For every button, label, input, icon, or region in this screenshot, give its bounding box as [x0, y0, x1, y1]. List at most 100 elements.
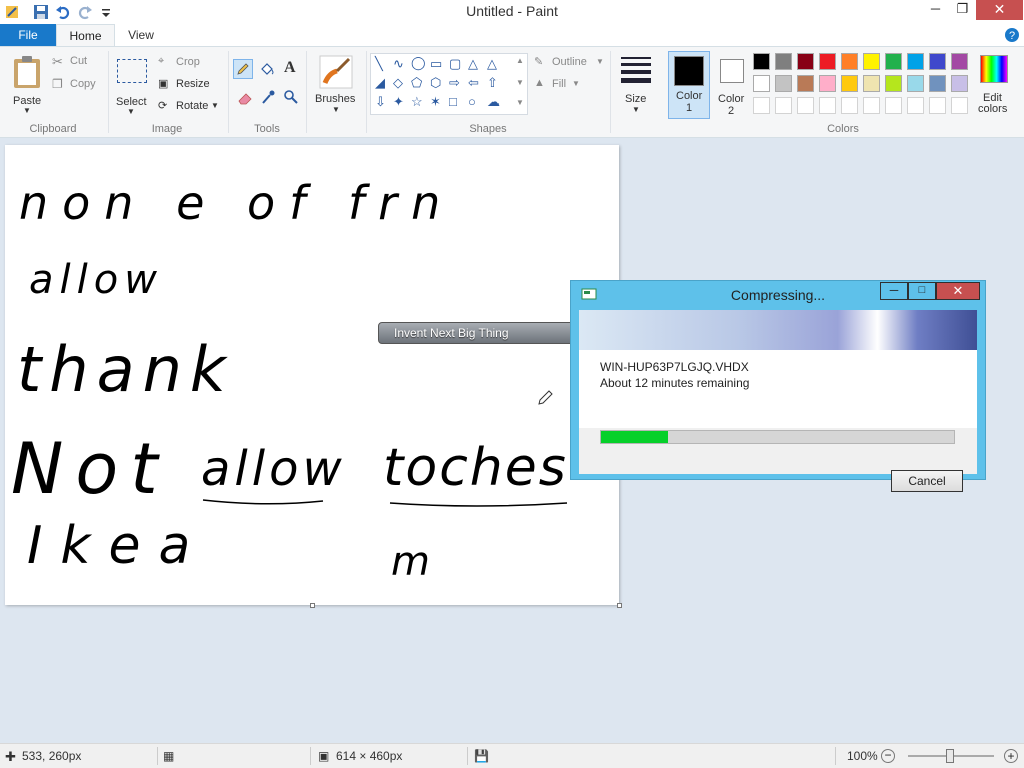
dialog-filename: WIN-HUP63P7LGJQ.VHDX [600, 360, 749, 374]
diamond-shape-icon[interactable]: ◇ [393, 76, 403, 90]
fill-bucket-icon[interactable] [259, 61, 275, 77]
palette-custom-swatch[interactable] [885, 97, 902, 114]
shapes-gallery[interactable]: ╲ ∿ ◯ ▭ ▢ △ △ ◢ ◇ ⬠ ⬡ ⇨ ⇦ ⇧ ⇩ ✦ ☆ ✶ □ ○ … [370, 53, 528, 115]
palette-color-swatch[interactable] [863, 53, 880, 70]
edit-colors-button[interactable]: Edit colors [976, 53, 1016, 119]
color1-button[interactable]: Color 1 [668, 51, 710, 119]
palette-custom-swatch[interactable] [753, 97, 770, 114]
size-button[interactable]: Size ▼ [615, 51, 657, 119]
palette-color-swatch[interactable] [819, 75, 836, 92]
magnifier-icon[interactable] [283, 89, 299, 105]
minimize-button[interactable]: ─ [922, 0, 949, 20]
palette-color-swatch[interactable] [863, 75, 880, 92]
down-arrow-shape-icon[interactable]: ⇩ [375, 95, 386, 109]
oval-callout-shape-icon[interactable]: ○ [468, 95, 476, 109]
handwritten-line-4c: toches [383, 438, 568, 498]
palette-custom-swatch[interactable] [841, 97, 858, 114]
help-icon[interactable]: ? [1004, 27, 1020, 43]
shapes-scroll-up-icon[interactable]: ▲ [516, 56, 524, 65]
handwritten-line-5: Ikea [27, 516, 208, 576]
palette-color-swatch[interactable] [775, 53, 792, 70]
right-arrow-shape-icon[interactable]: ⇨ [449, 76, 460, 90]
palette-custom-swatch[interactable] [929, 97, 946, 114]
rounded-rectangle-shape-icon[interactable]: ▢ [449, 57, 461, 71]
color-picker-icon[interactable] [261, 89, 275, 105]
paste-button[interactable]: Paste ▼ [6, 51, 48, 119]
palette-color-swatch[interactable] [907, 53, 924, 70]
rotate-button[interactable]: ⟳ Rotate ▼ [158, 99, 222, 115]
size-line-thick [621, 70, 651, 74]
palette-color-swatch[interactable] [797, 53, 814, 70]
curve-shape-icon[interactable]: ∿ [393, 57, 404, 71]
four-point-star-shape-icon[interactable]: ✦ [393, 95, 404, 109]
resize-button[interactable]: ▣ Resize [158, 77, 218, 93]
line-shape-icon[interactable]: ╲ [375, 57, 383, 71]
zoom-slider-thumb[interactable] [946, 749, 954, 763]
brushes-button[interactable]: Brushes ▼ [311, 51, 361, 121]
dialog-minimize-button[interactable]: ─ [880, 282, 908, 300]
pencil-tool-button[interactable] [233, 59, 253, 79]
zoom-out-button[interactable]: − [881, 749, 895, 763]
copy-button[interactable]: ❐ Copy [52, 77, 102, 93]
palette-color-swatch[interactable] [951, 75, 968, 92]
palette-color-swatch[interactable] [753, 75, 770, 92]
palette-custom-swatch[interactable] [951, 97, 968, 114]
dialog-close-button[interactable]: ✕ [936, 282, 980, 300]
palette-custom-swatch[interactable] [775, 97, 792, 114]
restore-button[interactable]: ❐ [949, 0, 976, 20]
palette-color-swatch[interactable] [753, 53, 770, 70]
svg-text:?: ? [1009, 30, 1015, 42]
color2-button[interactable]: Color 2 [712, 51, 754, 119]
crop-button[interactable]: ⌖ Crop [158, 55, 218, 71]
pentagon-shape-icon[interactable]: ⬠ [411, 76, 422, 90]
shapes-scroll-down-icon[interactable]: ▼ [516, 78, 524, 87]
rectangular-callout-shape-icon[interactable]: □ [449, 95, 457, 109]
palette-color-swatch[interactable] [841, 75, 858, 92]
rectangle-shape-icon[interactable]: ▭ [430, 57, 442, 71]
palette-color-swatch[interactable] [819, 53, 836, 70]
palette-color-swatch[interactable] [907, 75, 924, 92]
palette-color-swatch[interactable] [951, 53, 968, 70]
polygon-shape-icon[interactable]: △ [468, 57, 478, 71]
shapes-expand-icon[interactable]: ▼ [516, 98, 524, 107]
cloud-callout-shape-icon[interactable]: ☁ [487, 95, 500, 109]
palette-color-swatch[interactable] [775, 75, 792, 92]
palette-color-swatch[interactable] [885, 75, 902, 92]
dialog-maximize-button[interactable]: □ [908, 282, 936, 300]
outline-button[interactable]: ✎ Outline ▼ [534, 55, 606, 71]
six-point-star-shape-icon[interactable]: ✶ [430, 95, 441, 109]
drawing-canvas[interactable]: non e of frn allow thank Not allow toche… [5, 145, 622, 608]
color1-swatch [674, 56, 704, 86]
palette-custom-swatch[interactable] [907, 97, 924, 114]
triangle-shape-icon[interactable]: △ [487, 57, 497, 71]
tab-home[interactable]: Home [56, 24, 115, 47]
palette-custom-swatch[interactable] [819, 97, 836, 114]
palette-color-swatch[interactable] [797, 75, 814, 92]
palette-color-swatch[interactable] [841, 53, 858, 70]
close-button[interactable]: ✕ [976, 0, 1023, 20]
palette-custom-swatch[interactable] [863, 97, 880, 114]
cut-button[interactable]: ✂ Cut [52, 54, 102, 70]
palette-color-swatch[interactable] [929, 75, 946, 92]
five-point-star-shape-icon[interactable]: ☆ [411, 95, 423, 109]
oval-shape-icon[interactable]: ◯ [411, 56, 426, 70]
cancel-button[interactable]: Cancel [891, 470, 963, 492]
canvas-resize-handle-corner[interactable] [617, 603, 622, 608]
size-dropdown-icon: ▼ [632, 105, 640, 114]
left-arrow-shape-icon[interactable]: ⇦ [468, 76, 479, 90]
text-tool-icon[interactable]: A [284, 59, 296, 77]
hexagon-shape-icon[interactable]: ⬡ [430, 76, 441, 90]
select-button[interactable]: Select ▼ [113, 53, 151, 119]
eraser-icon[interactable] [237, 91, 253, 105]
fill-button[interactable]: ▲ Fill ▼ [534, 77, 594, 93]
palette-custom-swatch[interactable] [797, 97, 814, 114]
palette-color-swatch[interactable] [885, 53, 902, 70]
zoom-in-button[interactable]: + [1004, 749, 1018, 763]
palette-color-swatch[interactable] [929, 53, 946, 70]
canvas-resize-handle-bottom[interactable] [310, 603, 315, 608]
tab-file[interactable]: File [0, 24, 56, 46]
up-arrow-shape-icon[interactable]: ⇧ [487, 76, 498, 90]
right-triangle-shape-icon[interactable]: ◢ [375, 76, 385, 90]
tab-view[interactable]: View [113, 24, 169, 46]
clipboard-group-label: Clipboard [29, 123, 77, 135]
